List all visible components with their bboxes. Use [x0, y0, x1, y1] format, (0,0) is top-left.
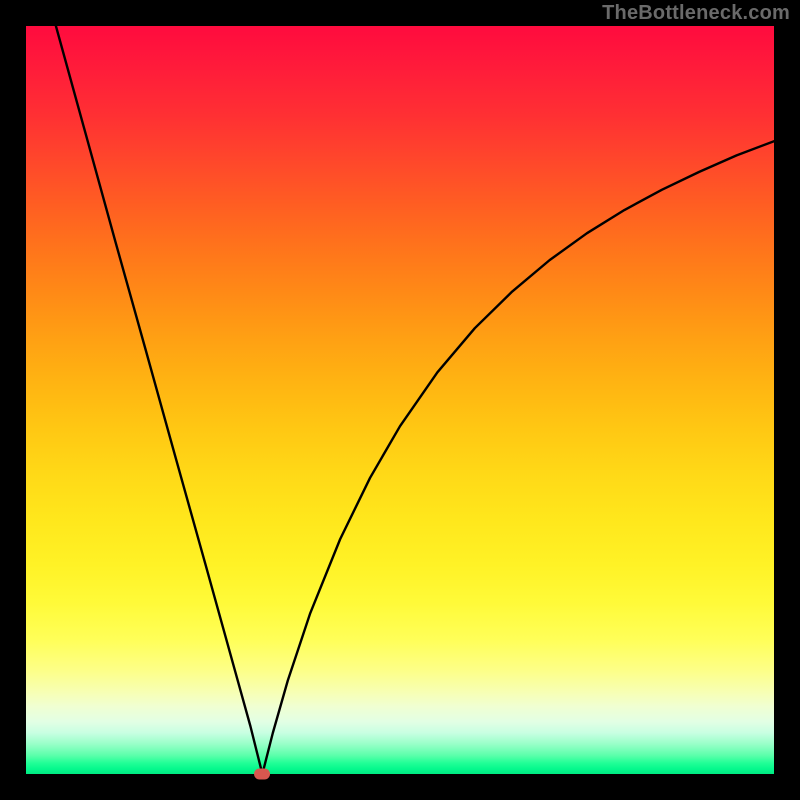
watermark-text: TheBottleneck.com	[602, 2, 790, 25]
plot-area	[26, 26, 774, 774]
curve-layer	[26, 26, 774, 774]
bottleneck-curve	[56, 26, 774, 774]
chart-container: TheBottleneck.com	[0, 0, 800, 800]
optimal-marker	[254, 769, 270, 780]
